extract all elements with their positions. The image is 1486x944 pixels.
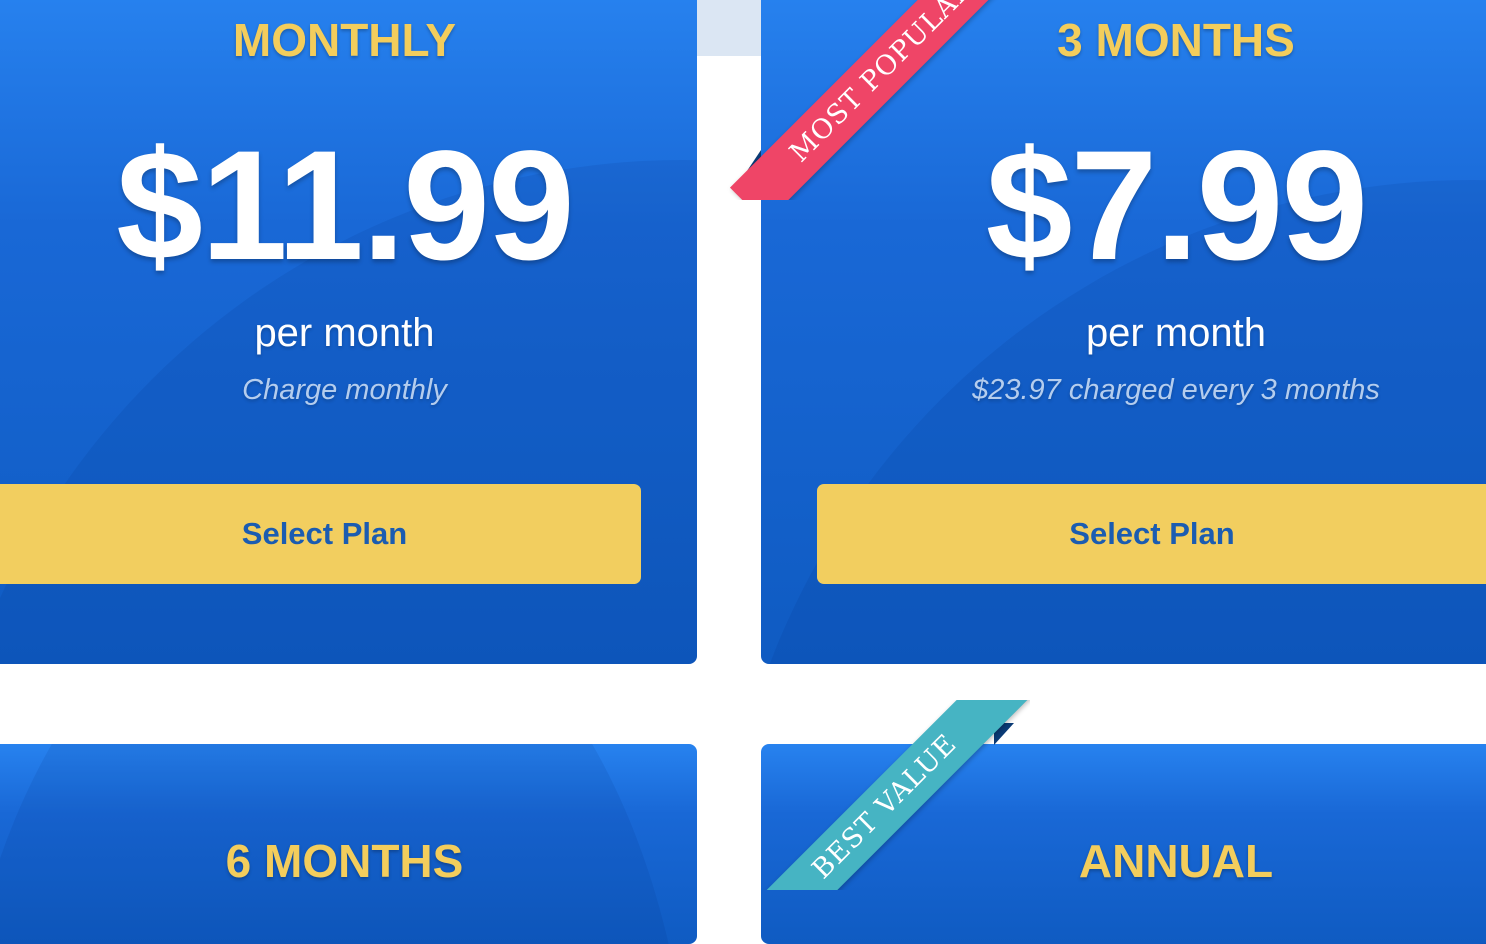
background-strip xyxy=(697,0,761,56)
plan-price: $11.99 xyxy=(116,119,575,293)
plan-price: $7.99 xyxy=(985,119,1368,293)
plan-billing-note: $23.97 charged every 3 months xyxy=(972,374,1380,406)
plan-billing-note: Charge monthly xyxy=(242,374,447,406)
plan-title: 6 MONTHS xyxy=(225,835,464,887)
ribbon-fold xyxy=(994,723,1014,745)
plan-title: 3 MONTHS xyxy=(1057,14,1295,66)
select-plan-button-3-months[interactable]: Select Plan xyxy=(817,484,1486,584)
plan-card-monthly: MONTHLY $11.99 per month Charge monthly … xyxy=(0,0,697,664)
plan-title: ANNUAL xyxy=(1078,835,1274,887)
plan-period: per month xyxy=(254,311,435,355)
plan-card-annual: ANNUAL xyxy=(761,744,1486,944)
plan-title: MONTHLY xyxy=(232,14,457,66)
ribbon-fold xyxy=(741,150,761,180)
plan-card-3-months: 3 MONTHS $7.99 per month $23.97 charged … xyxy=(761,0,1486,664)
plan-card-6-months: 6 MONTHS xyxy=(0,744,697,944)
plan-period: per month xyxy=(1085,311,1267,355)
select-plan-button-monthly[interactable]: Select Plan xyxy=(0,484,641,584)
